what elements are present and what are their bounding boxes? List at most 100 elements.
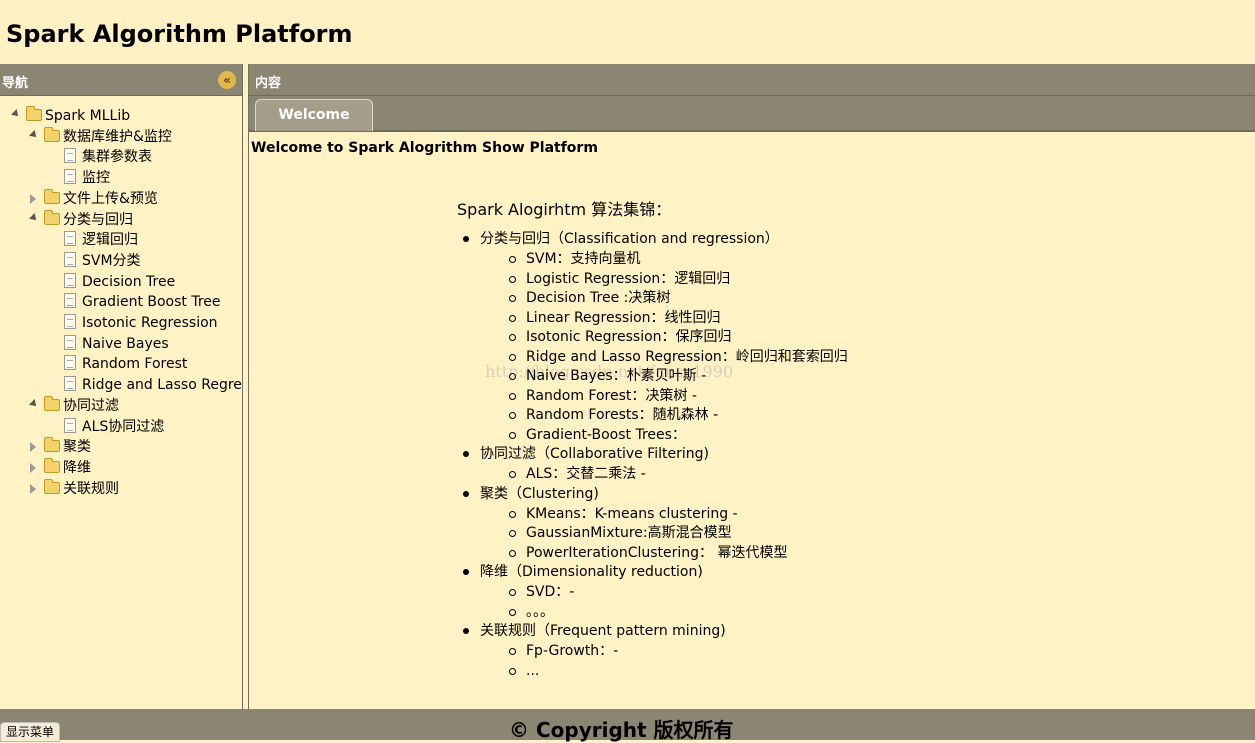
tree-item-label: 协同过滤 (63, 397, 119, 414)
tree-item-label: 数据库维护&监控 (63, 128, 172, 145)
show-menu-button[interactable]: 显示菜单 (0, 722, 60, 742)
algorithm-label: Gradient-Boost Trees： (526, 426, 686, 443)
tree-item-label: Isotonic Regression (82, 315, 218, 331)
ring-bullet-icon (509, 275, 516, 283)
algorithm-label: Decision Tree :决策树 (526, 290, 671, 306)
ring-bullet-icon (509, 314, 516, 322)
tab-welcome[interactable]: Welcome (255, 99, 373, 131)
algorithm-label: Random Forest：决策树 - (526, 387, 697, 404)
bullet-icon (463, 628, 469, 634)
bullet-icon (463, 236, 469, 242)
algorithm-list-title: Spark Alogirhtm 算法集锦： (457, 200, 672, 219)
file-icon (64, 314, 76, 329)
section-label: 协同过滤（Collaborative Filtering) (480, 446, 709, 462)
algorithm-label: SVD：- (526, 584, 575, 600)
ring-bullet-icon (509, 510, 516, 518)
file-icon (64, 231, 76, 247)
bullet-icon (463, 569, 469, 575)
section-label: 关联规则（Frequent pattern mining) (480, 623, 726, 639)
expanded-arrow-icon[interactable] (11, 109, 21, 119)
folder-icon (44, 478, 60, 494)
ring-bullet-icon (509, 530, 516, 537)
ring-bullet-icon (509, 334, 516, 341)
file-icon (64, 251, 76, 267)
navigation-panel: 导航 « Spark MLLib 数据库维护&监控 集群参数表 监控 文件上传&预览 分类… (0, 64, 243, 709)
algorithm-label: SVM：支持向量机 (526, 251, 641, 267)
tree-item-label: 逻辑回归 (82, 232, 138, 249)
file-icon (64, 293, 76, 309)
tree-item-label: 监控 (82, 170, 110, 187)
tree-item-label: SVM分类 (82, 252, 141, 269)
algorithm-label: Linear Regression：线性回归 (526, 309, 721, 326)
ring-bullet-icon (509, 392, 516, 400)
app-title: Spark Algorithm Platform (6, 20, 353, 48)
file-icon (64, 169, 76, 185)
collapsed-arrow-icon[interactable] (30, 193, 36, 204)
algorithm-label: GaussianMixture:高斯混合模型 (526, 525, 732, 541)
tree-item-label: Spark MLLib (45, 108, 131, 124)
navigation-panel-title: 导航 (2, 76, 29, 91)
ring-bullet-icon (509, 256, 516, 263)
tree-item-label: 关联规则 (63, 480, 119, 497)
copyright-text: © Copyright 版权所有 (509, 718, 734, 742)
page-footer: 显示菜单 © Copyright 版权所有 (0, 709, 1255, 742)
expanded-arrow-icon[interactable] (29, 129, 39, 140)
folder-icon (44, 437, 60, 453)
algorithm-label: KMeans：K-means clustering - (526, 505, 738, 522)
expanded-arrow-icon[interactable] (29, 398, 39, 409)
page-header: Spark Algorithm Platform (0, 0, 1255, 64)
file-icon (64, 272, 76, 288)
ring-bullet-icon (509, 412, 516, 419)
double-chevron-left-icon[interactable]: « (218, 71, 236, 89)
tab-content: Welcome to Spark Alogrithm Show Platform… (249, 130, 1255, 709)
expanded-arrow-icon[interactable] (29, 212, 39, 223)
algorithm-label: PowerIterationClustering： 幂迭代模型 (526, 544, 788, 561)
folder-icon (44, 188, 60, 204)
algorithm-label: Fp-Growth：- (526, 643, 619, 659)
content-panel: 内容 Welcome Welcome to Spark Alogrithm Sh… (248, 64, 1255, 709)
navigation-panel-header: 导航 « (0, 64, 242, 96)
tree-item-label: Decision Tree (82, 273, 176, 290)
section-label: 分类与回归（Classification and regression） (480, 231, 779, 247)
tree-item-label: 降维 (63, 459, 91, 476)
ring-bullet-icon (509, 608, 516, 616)
algorithm-label: ... (526, 662, 540, 679)
algorithm-label: 。。。 (526, 603, 554, 620)
tree-item-label: Gradient Boost Tree (82, 294, 221, 311)
ring-bullet-icon (509, 667, 516, 675)
ring-bullet-icon (509, 431, 516, 439)
content-panel-header: 内容 (249, 64, 1255, 96)
folder-icon (44, 395, 60, 411)
tab-strip: Welcome (249, 96, 1255, 132)
tree-item-label: 文件上传&预览 (63, 190, 158, 207)
bullet-icon (463, 490, 469, 497)
tree-item-label: Naive Bayes (82, 335, 169, 352)
bullet-icon (463, 451, 469, 457)
collapsed-arrow-icon[interactable] (30, 442, 36, 453)
ring-bullet-icon (509, 373, 516, 380)
algorithm-label: Naive Bayes：朴素贝叶斯 - (526, 368, 707, 384)
algorithm-label: Ridge and Lasso Regression：岭回归和套索回归 (526, 348, 848, 365)
algorithm-label: Isotonic Regression：保序回归 (526, 329, 732, 345)
ring-bullet-icon (509, 295, 516, 302)
section-label: 降维（Dimensionality reduction) (480, 564, 703, 580)
file-icon (64, 376, 76, 392)
algorithm-label: Random Forests：随机森林 - (526, 407, 719, 423)
collapsed-arrow-icon[interactable] (30, 462, 36, 473)
tree-item-label: Random Forest (82, 356, 188, 373)
algorithm-label: ALS：交替二乘法 - (526, 466, 646, 482)
file-icon (64, 355, 76, 371)
tree-item-label: 分类与回归 (63, 211, 133, 228)
ring-bullet-icon (509, 648, 516, 655)
folder-icon (26, 106, 42, 121)
algorithm-label: Logistic Regression：逻辑回归 (526, 270, 731, 287)
ring-bullet-icon (509, 353, 516, 361)
folder-icon (44, 457, 60, 473)
file-icon (64, 148, 76, 164)
ring-bullet-icon (509, 589, 516, 596)
ring-bullet-icon (509, 471, 516, 478)
tree-item-label: 聚类 (63, 439, 91, 456)
folder-icon (44, 209, 60, 225)
welcome-heading: Welcome to Spark Alogrithm Show Platform (251, 140, 598, 156)
collapsed-arrow-icon[interactable] (30, 483, 36, 494)
